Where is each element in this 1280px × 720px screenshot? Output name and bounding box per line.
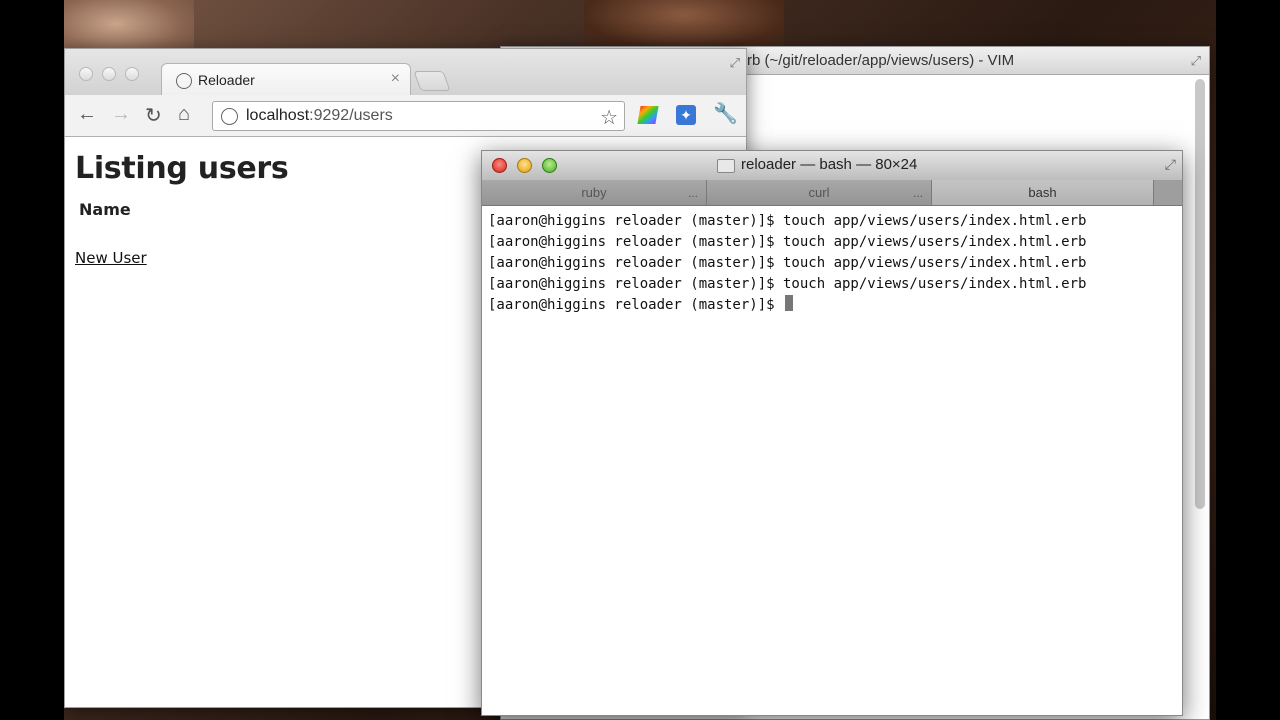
terminal-prompt: [aaron@higgins reloader (master)]$ — [488, 297, 784, 313]
tab-label: curl — [808, 185, 830, 200]
terminal-title: reloader — bash — 80×24 — [741, 156, 918, 173]
terminal-window[interactable]: reloader — bash — 80×24 ⤢ ruby ... curl … — [481, 150, 1183, 716]
terminal-line: [aaron@higgins reloader (master)]$ touch… — [488, 255, 1087, 271]
terminal-line: [aaron@higgins reloader (master)]$ touch… — [488, 213, 1087, 229]
reload-icon[interactable]: ↻ — [145, 103, 162, 128]
tab-title: Reloader — [198, 72, 255, 88]
globe-icon — [221, 108, 238, 125]
resize-icon[interactable]: ⤢ — [1191, 53, 1201, 69]
tab-label: ruby — [581, 185, 607, 200]
terminal-console[interactable]: [aaron@higgins reloader (master)]$ touch… — [482, 206, 1182, 321]
browser-tab-reloader[interactable]: Reloader × — [161, 63, 411, 95]
address-bar[interactable]: localhost:9292/users ☆ — [212, 101, 625, 131]
tab-label: bash — [1028, 185, 1057, 200]
terminal-line: [aaron@higgins reloader (master)]$ touch… — [488, 276, 1087, 292]
zoom-window-button[interactable] — [542, 158, 557, 173]
star-icon[interactable]: ☆ — [600, 105, 618, 130]
tab-activity-indicator: ... — [912, 186, 923, 200]
url-host: localhost — [246, 107, 310, 124]
terminal-cursor — [785, 295, 794, 311]
new-user-link[interactable]: New User — [75, 249, 147, 267]
terminal-line: [aaron@higgins reloader (master)]$ touch… — [488, 234, 1087, 250]
globe-icon — [176, 73, 192, 89]
close-window-button[interactable] — [79, 67, 93, 81]
minimize-window-button[interactable] — [102, 67, 116, 81]
vim-window-title: rb (~/git/reloader/app/views/users) - VI… — [747, 52, 1015, 69]
tab-bash[interactable]: bash — [932, 180, 1154, 205]
wrench-icon[interactable]: 🔧 — [713, 101, 738, 126]
url-text[interactable]: localhost:9292/users — [246, 107, 393, 125]
tab-curl[interactable]: curl ... — [707, 180, 932, 205]
close-window-button[interactable] — [492, 158, 507, 173]
resize-icon[interactable]: ⤢ — [1165, 156, 1176, 173]
tab-ruby[interactable]: ruby ... — [482, 180, 707, 205]
tab-activity-indicator: ... — [687, 186, 698, 200]
window-controls — [79, 67, 139, 81]
terminal-titlebar[interactable]: reloader — bash — 80×24 ⤢ — [482, 151, 1182, 180]
vim-scrollbar[interactable] — [1195, 79, 1205, 509]
back-icon[interactable]: ← — [77, 103, 97, 126]
extension-icon[interactable]: ✦ — [676, 105, 696, 125]
resize-icon[interactable]: ⤢ — [730, 55, 740, 71]
close-tab-icon[interactable]: × — [391, 70, 400, 88]
extension-icon[interactable] — [637, 106, 659, 124]
minimize-window-button[interactable] — [517, 158, 532, 173]
new-tab-button[interactable] — [413, 71, 451, 91]
browser-tabstrip: Reloader × ⤢ — [65, 49, 746, 95]
terminal-tabbar: ruby ... curl ... bash — [482, 180, 1182, 206]
terminal-prompt-line[interactable]: [aaron@higgins reloader (master)]$ — [488, 295, 1176, 316]
window-controls — [492, 158, 557, 173]
browser-toolbar: ← → ↻ ⌂ localhost:9292/users ☆ ✦ 🔧 — [65, 95, 746, 137]
zoom-window-button[interactable] — [125, 67, 139, 81]
wallpaper-detail — [584, 0, 784, 50]
home-icon[interactable]: ⌂ — [178, 103, 190, 126]
forward-icon[interactable]: → — [111, 103, 131, 126]
url-path: :9292/users — [309, 107, 393, 124]
folder-icon — [717, 159, 735, 173]
